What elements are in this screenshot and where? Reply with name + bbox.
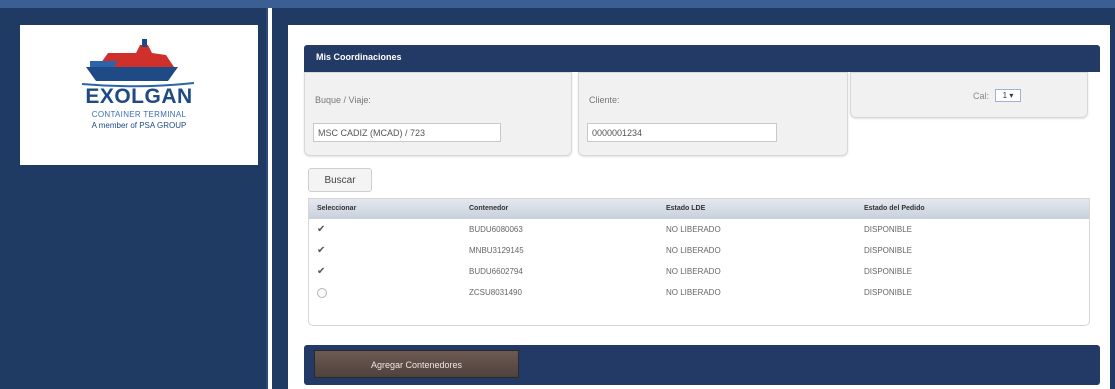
panel-header: Mis Coordinaciones bbox=[304, 45, 1100, 72]
col-header-estado-pedido[interactable]: Estado del Pedido bbox=[864, 205, 925, 212]
cell-contenedor: ZCSU8031490 bbox=[469, 288, 522, 297]
containers-table: Seleccionar Contenedor Estado LDE Estado… bbox=[308, 198, 1090, 326]
cal-label: Cal: bbox=[973, 91, 990, 101]
table-row[interactable]: ✔ BUDU6602794 NO LIBERADO DISPONIBLE bbox=[309, 262, 1089, 282]
search-button[interactable]: Buscar bbox=[308, 168, 372, 192]
cliente-card: Cliente: bbox=[578, 72, 848, 156]
table-row[interactable]: ✔ BUDU6080063 NO LIBERADO DISPONIBLE bbox=[309, 220, 1089, 240]
panel-title: Mis Coordinaciones bbox=[316, 52, 402, 62]
brand-subtitle: CONTAINER TERMINAL bbox=[91, 110, 187, 119]
cal-card: Cal: 1 ▾ bbox=[850, 72, 1088, 118]
cell-estado-lde: NO LIBERADO bbox=[666, 288, 721, 297]
cell-contenedor: BUDU6080063 bbox=[469, 225, 523, 234]
checkmark-icon[interactable]: ✔ bbox=[317, 245, 325, 256]
col-header-estado-lde[interactable]: Estado LDE bbox=[666, 205, 705, 212]
cell-estado-pedido: DISPONIBLE bbox=[864, 225, 913, 234]
checkmark-icon[interactable]: ✔ bbox=[317, 224, 325, 235]
buque-card: Buque / Viaje: bbox=[304, 72, 572, 156]
buque-label: Buque / Viaje: bbox=[315, 95, 371, 105]
cell-contenedor: MNBU3129145 bbox=[469, 246, 524, 255]
brand-name: EXOLGAN bbox=[85, 85, 193, 108]
sidebar-divider bbox=[268, 8, 270, 389]
ship-logo-icon bbox=[81, 39, 195, 88]
cell-contenedor: BUDU6602794 bbox=[469, 267, 523, 276]
cal-select[interactable]: 1 ▾ bbox=[995, 89, 1021, 102]
col-header-contenedor[interactable]: Contenedor bbox=[469, 205, 508, 212]
add-containers-button[interactable]: Agregar Contenedores bbox=[314, 350, 519, 378]
cell-estado-pedido: DISPONIBLE bbox=[864, 288, 913, 297]
brand-logo: EXOLGAN CONTAINER TERMINAL A member of P… bbox=[20, 25, 258, 165]
radio-empty-icon[interactable] bbox=[317, 288, 327, 298]
brand-tagline: A member of PSA GROUP bbox=[91, 121, 187, 130]
table-row[interactable]: ZCSU8031490 NO LIBERADO DISPONIBLE bbox=[309, 283, 1089, 303]
cell-estado-lde: NO LIBERADO bbox=[666, 246, 721, 255]
checkmark-icon[interactable]: ✔ bbox=[317, 266, 325, 277]
col-header-seleccionar[interactable]: Seleccionar bbox=[317, 205, 356, 212]
cell-estado-pedido: DISPONIBLE bbox=[864, 246, 913, 255]
top-accent-bar bbox=[0, 0, 1115, 8]
buque-viaje-input[interactable] bbox=[313, 123, 501, 142]
cell-estado-lde: NO LIBERADO bbox=[666, 225, 721, 234]
table-row[interactable]: ✔ MNBU3129145 NO LIBERADO DISPONIBLE bbox=[309, 241, 1089, 261]
cliente-label: Cliente: bbox=[589, 95, 620, 105]
table-header: Seleccionar Contenedor Estado LDE Estado… bbox=[309, 199, 1089, 219]
cell-estado-lde: NO LIBERADO bbox=[666, 267, 721, 276]
cliente-input[interactable] bbox=[587, 123, 777, 142]
cell-estado-pedido: DISPONIBLE bbox=[864, 267, 913, 276]
